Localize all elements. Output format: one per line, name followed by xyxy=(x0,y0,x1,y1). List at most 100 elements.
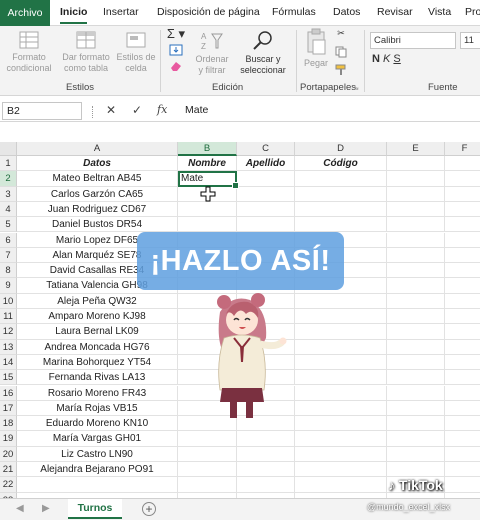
cell-e8[interactable] xyxy=(387,263,445,279)
cut-button[interactable]: ✂ xyxy=(334,28,348,39)
row-header[interactable]: 18 xyxy=(0,416,17,432)
cell-a15[interactable]: Fernanda Rivas LA13 xyxy=(17,370,178,386)
row-header[interactable]: 2 xyxy=(0,171,17,187)
row-header[interactable]: 15 xyxy=(0,370,17,386)
cell-f11[interactable] xyxy=(445,309,480,325)
row-header[interactable]: 7 xyxy=(0,247,17,264)
add-sheet-icon[interactable]: + xyxy=(142,502,156,516)
cell-e12[interactable] xyxy=(387,324,445,340)
cell-d18[interactable] xyxy=(295,416,387,432)
cell-e4[interactable] xyxy=(387,201,445,218)
cell-d2[interactable] xyxy=(295,171,387,187)
fx-icon[interactable]: fx xyxy=(157,103,167,116)
row-header[interactable]: 22 xyxy=(0,477,17,493)
cell-e7[interactable] xyxy=(387,247,445,264)
cell-e11[interactable] xyxy=(387,309,445,325)
row-header[interactable]: 13 xyxy=(0,339,17,355)
cell-e15[interactable] xyxy=(387,370,445,386)
cell-a1[interactable]: Datos xyxy=(17,156,178,172)
paste-button[interactable]: Pegar xyxy=(300,28,332,69)
format-as-table-button[interactable]: Dar formato como tabla xyxy=(58,30,114,74)
row-header[interactable]: 3 xyxy=(0,186,17,202)
cell-c2[interactable] xyxy=(237,171,295,187)
cell-a14[interactable]: Marina Bohorquez YT54 xyxy=(17,354,178,371)
cell-c19[interactable] xyxy=(237,431,295,447)
cell-f22[interactable] xyxy=(445,477,480,493)
cell-f5[interactable] xyxy=(445,217,480,233)
cell-e20[interactable] xyxy=(387,446,445,462)
cell-c4[interactable] xyxy=(237,201,295,218)
cell-f15[interactable] xyxy=(445,370,480,386)
cell-d22[interactable] xyxy=(295,477,387,493)
cell-a22[interactable] xyxy=(17,477,178,493)
cell-d21[interactable] xyxy=(295,462,387,478)
find-select-button[interactable]: Buscar y seleccionar xyxy=(234,30,292,76)
column-header-f[interactable]: F xyxy=(445,142,480,156)
cell-b21[interactable] xyxy=(178,462,237,478)
cell-e9[interactable] xyxy=(387,278,445,294)
row-header[interactable]: 19 xyxy=(0,431,17,447)
cell-d5[interactable] xyxy=(295,217,387,233)
row-header[interactable]: 12 xyxy=(0,324,17,340)
cell-e5[interactable] xyxy=(387,217,445,233)
cell-c20[interactable] xyxy=(237,446,295,462)
cell-e2[interactable] xyxy=(387,171,445,187)
sort-filter-button[interactable]: AZ Ordenar y filtrar xyxy=(192,30,232,76)
cell-e21[interactable] xyxy=(387,462,445,478)
cell-b22[interactable] xyxy=(178,477,237,493)
row-header[interactable]: 10 xyxy=(0,293,17,309)
cell-a10[interactable]: Aleja Peña QW32 xyxy=(17,293,178,309)
cell-b19[interactable] xyxy=(178,431,237,447)
row-header[interactable]: 11 xyxy=(0,309,17,325)
sheet-next-icon[interactable]: ▶ xyxy=(42,503,50,514)
row-header[interactable]: 4 xyxy=(0,201,17,218)
cell-a20[interactable]: Liz Castro LN90 xyxy=(17,446,178,462)
cell-a11[interactable]: Amparo Moreno KJ98 xyxy=(17,309,178,325)
tab-datos[interactable]: Datos xyxy=(333,6,360,18)
row-header[interactable]: 1 xyxy=(0,156,17,172)
column-header-c[interactable]: C xyxy=(237,142,295,156)
cell-f14[interactable] xyxy=(445,355,480,371)
cell-d13[interactable] xyxy=(295,339,387,355)
cell-styles-button[interactable]: Estilos de celda xyxy=(114,30,158,74)
enter-icon[interactable]: ✓ xyxy=(132,103,142,117)
cell-b5[interactable] xyxy=(178,217,237,233)
cell-e3[interactable] xyxy=(387,186,445,202)
column-header-e[interactable]: E xyxy=(387,142,445,156)
cell-a3[interactable]: Carlos Garzón CA65 xyxy=(17,186,178,202)
conditional-format-button[interactable]: Formato condicional xyxy=(2,30,56,74)
cancel-icon[interactable]: ✕ xyxy=(106,103,116,117)
cell-f21[interactable] xyxy=(445,462,480,478)
row-header[interactable]: 9 xyxy=(0,278,17,294)
sheet-tab-turnos[interactable]: Turnos xyxy=(68,499,122,519)
cell-e10[interactable] xyxy=(387,293,445,309)
tab-vista[interactable]: Vista xyxy=(428,6,451,18)
column-header-d[interactable]: D xyxy=(295,142,387,156)
tab-formulas[interactable]: Fórmulas xyxy=(272,6,316,18)
select-all-corner[interactable] xyxy=(0,142,17,156)
cell-e17[interactable] xyxy=(387,400,445,417)
cell-f17[interactable] xyxy=(445,401,480,417)
cell-f3[interactable] xyxy=(445,187,480,202)
tab-revisar[interactable]: Revisar xyxy=(377,6,413,18)
cell-f20[interactable] xyxy=(445,447,480,462)
row-header[interactable]: 16 xyxy=(0,385,17,401)
row-header[interactable]: 8 xyxy=(0,263,17,279)
cell-a2[interactable]: Mateo Beltran AB45 xyxy=(17,171,178,187)
clipboard-launcher-icon[interactable]: ↘ xyxy=(352,82,360,93)
tab-programador[interactable]: Progr xyxy=(465,6,480,18)
cell-f8[interactable] xyxy=(445,263,480,279)
cell-e6[interactable] xyxy=(387,232,445,248)
tab-inicio[interactable]: Inicio xyxy=(60,6,88,24)
cell-e18[interactable] xyxy=(387,416,445,432)
font-style-buttons[interactable]: N K S xyxy=(372,54,412,65)
copy-button[interactable] xyxy=(334,46,348,61)
cell-d11[interactable] xyxy=(295,309,387,325)
cell-a12[interactable]: Laura Bernal LK09 xyxy=(17,324,178,340)
clear-button[interactable] xyxy=(166,60,186,75)
cell-f9[interactable] xyxy=(445,278,480,294)
tab-disposicion[interactable]: Disposición de página xyxy=(157,6,260,18)
cell-d12[interactable] xyxy=(295,324,387,340)
cell-d15[interactable] xyxy=(295,370,387,386)
row-header[interactable]: 14 xyxy=(0,354,17,371)
